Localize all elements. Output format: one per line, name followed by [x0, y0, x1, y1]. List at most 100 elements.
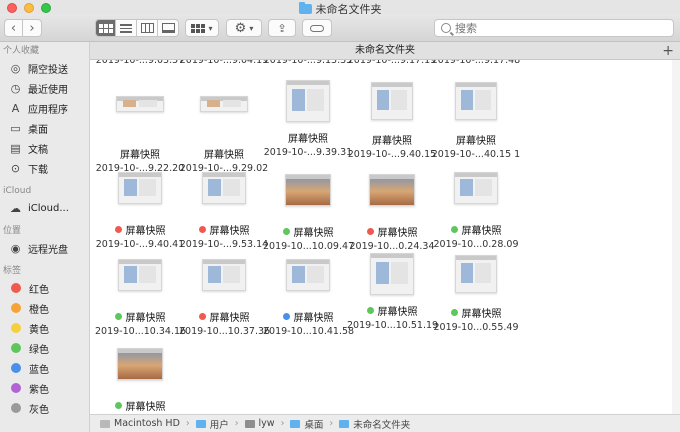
thumb-titlebar — [119, 260, 161, 264]
sidebar-item[interactable]: 蓝色 — [0, 358, 89, 378]
file-item[interactable]: 屏幕快照 2019-10...10.41.58 — [263, 253, 354, 337]
sidebar-item[interactable]: ⊙ 下载 — [0, 158, 89, 178]
current-folder-tab[interactable]: 未命名文件夹 — [355, 45, 415, 56]
downloads-icon: ⊙ — [10, 161, 21, 175]
gallery-view-button[interactable] — [158, 19, 179, 37]
tag-dot-icon — [450, 309, 458, 316]
thumb-pane — [292, 266, 305, 283]
file-item[interactable]: 屏幕快照 2019-10-...9.39.31 — [263, 80, 353, 158]
sidebar-item-label: 文稿 — [28, 144, 48, 156]
path-segment[interactable]: 用户 — [210, 417, 229, 431]
file-item[interactable]: 屏幕快照 2019-10-...9.29.02 — [179, 80, 269, 174]
file-date-label: 2019-10-...9.13.35 — [263, 60, 353, 66]
sidebar-item[interactable]: 橙色 — [0, 298, 89, 318]
thumbnail-area — [179, 259, 269, 303]
action-menu-button[interactable]: ⚙ ▾ — [226, 19, 262, 37]
sidebar-item[interactable]: 绿色 — [0, 338, 89, 358]
columns-icon — [140, 23, 154, 33]
thumb-pane — [460, 179, 473, 196]
nav-buttons: ‹ › — [4, 19, 42, 37]
thumbnail-area — [431, 172, 521, 216]
tag-color-icon — [11, 363, 21, 373]
new-tab-button[interactable]: + — [662, 42, 674, 60]
sidebar-item[interactable]: A 应用程序 — [0, 98, 89, 118]
file-date-label: 2019-10-...9.40.41 — [95, 239, 185, 250]
sidebar-item[interactable]: 黄色 — [0, 318, 89, 338]
file-item[interactable]: 屏幕快照 2019-10...0.55.49 — [431, 253, 521, 333]
tag-color-icon — [11, 283, 21, 293]
thumbnail-area — [347, 253, 437, 297]
path-segment[interactable]: 未命名文件夹 — [353, 417, 410, 431]
thumb-titlebar — [456, 83, 496, 87]
search-field[interactable] — [434, 19, 674, 37]
file-name: 屏幕快照 — [95, 222, 185, 237]
file-name-text: 屏幕快照 — [456, 136, 496, 147]
screenshot-thumbnail — [286, 80, 330, 122]
share-button[interactable]: ⇪ — [268, 19, 296, 37]
file-item-partial[interactable]: 2019-10-...9.13.35 — [263, 60, 353, 66]
documents-icon: ▤ — [10, 141, 21, 155]
file-name: 屏幕快照 — [263, 309, 353, 324]
file-grid: 2019-10-...9.03.57 2019-10-...9.04.19 2019… — [90, 60, 680, 414]
forward-button[interactable]: › — [23, 19, 42, 37]
sidebar-item-label: 应用程序 — [28, 104, 68, 116]
screenshot-thumbnail — [202, 172, 246, 204]
vertical-scrollbar[interactable] — [672, 60, 680, 414]
file-name: 屏幕快照 — [179, 222, 269, 237]
file-item[interactable]: 屏幕快照 2019-10...0.24.34 — [347, 166, 437, 252]
file-item[interactable]: 屏幕快照2019-10...11.09.21 — [95, 340, 185, 414]
list-view-button[interactable] — [116, 19, 137, 37]
thumb-titlebar — [370, 175, 414, 179]
sidebar-item[interactable]: ▤ 文稿 — [0, 138, 89, 158]
file-item[interactable]: 屏幕快照 2019-10...10.37.36 — [179, 253, 270, 337]
sidebar-item[interactable]: ▭ 桌面 — [0, 118, 89, 138]
sidebar-item[interactable]: ◷ 最近使用 — [0, 78, 89, 98]
chevron-right-icon: › — [29, 20, 35, 36]
tag-color-icon — [11, 403, 21, 413]
file-item[interactable]: 屏幕快照 2019-10...10.09.47 — [263, 166, 354, 252]
thumbnail-area — [179, 96, 269, 140]
thumb-titlebar — [119, 173, 161, 177]
file-item[interactable]: 屏幕快照 2019-10...0.28.09 — [431, 166, 521, 250]
thumb-pane — [292, 89, 305, 111]
screenshot-thumbnail — [455, 82, 497, 120]
path-segment[interactable]: lyw — [259, 418, 275, 429]
file-item[interactable]: 屏幕快照 2019-10-...9.53.14 — [179, 166, 269, 250]
thumbnail-area — [431, 255, 521, 299]
file-item[interactable]: 屏幕快照 2019-10...10.34.16 — [95, 253, 186, 337]
column-view-button[interactable] — [137, 19, 158, 37]
file-item-partial[interactable]: 2019-10-...9.17.48 — [431, 60, 521, 66]
screenshot-thumbnail — [370, 253, 414, 295]
thumbnail-area — [347, 82, 437, 126]
view-mode-switcher — [95, 19, 179, 37]
sidebar-item[interactable]: ☁ iCloud... — [0, 198, 89, 218]
sidebar-item[interactable]: ◉ 远程光盘 — [0, 238, 89, 258]
group-by-button[interactable]: ▾ — [185, 19, 219, 37]
file-date-label: 2019-10...0.24.34 — [349, 241, 435, 252]
screenshot-thumbnail — [286, 259, 330, 291]
file-item[interactable]: 屏幕快照 2019-10-...40.15 1 — [431, 80, 521, 160]
back-button[interactable]: ‹ — [4, 19, 23, 37]
screenshot-thumbnail — [118, 259, 162, 291]
file-item[interactable]: 屏幕快照 2019-10-...9.40.15 — [347, 80, 437, 160]
sidebar-item[interactable]: ◎ 隔空投送 — [0, 58, 89, 78]
thumb-pane — [139, 179, 156, 196]
file-item[interactable]: 屏幕快照 2019-10-...9.40.41 — [95, 166, 185, 250]
search-input[interactable] — [455, 21, 655, 35]
icon-view-button[interactable] — [95, 19, 116, 37]
sidebar-item[interactable]: 红色 — [0, 278, 89, 298]
path-segment[interactable]: 桌面 — [304, 417, 323, 431]
file-item[interactable]: 屏幕快照 2019-10-...9.22.20 — [95, 80, 185, 174]
file-item-partial[interactable]: 2019-10-...9.17.19 — [347, 60, 437, 66]
thumb-pane — [122, 99, 137, 108]
file-item[interactable]: 屏幕快照 2019-10...10.51.19 — [347, 253, 438, 331]
gear-icon: ⚙ — [234, 20, 247, 36]
file-item-partial[interactable]: 2019-10-...9.03.57 — [95, 60, 185, 66]
sidebar-item[interactable]: 灰色 — [0, 398, 89, 418]
path-segment[interactable]: Macintosh HD — [114, 418, 180, 429]
edit-tags-button[interactable] — [302, 19, 332, 37]
screenshot-thumbnail — [285, 174, 331, 206]
sidebar-item[interactable]: 紫色 — [0, 378, 89, 398]
thumb-pane — [391, 262, 408, 284]
file-item-partial[interactable]: 2019-10-...9.04.19 — [179, 60, 269, 66]
